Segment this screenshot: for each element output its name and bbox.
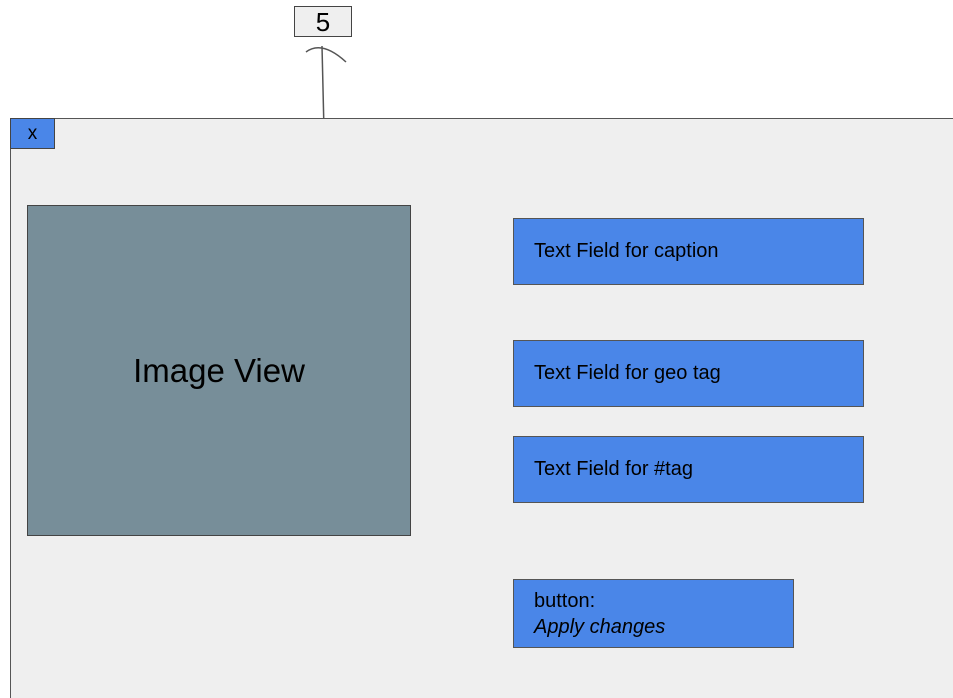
- apply-changes-button[interactable]: button: Apply changes: [513, 579, 794, 648]
- caption-field[interactable]: Text Field for caption: [513, 218, 864, 285]
- hashtag-field[interactable]: Text Field for #tag: [513, 436, 864, 503]
- image-view: Image View: [27, 205, 411, 536]
- close-label: x: [27, 122, 38, 144]
- callout-number: 5: [315, 6, 331, 37]
- close-button[interactable]: x: [10, 118, 55, 149]
- hashtag-field-label: Text Field for #tag: [534, 458, 693, 480]
- geo-tag-field-label: Text Field for geo tag: [534, 362, 721, 384]
- image-view-label: Image View: [133, 351, 305, 389]
- apply-button-prefix: button:: [534, 590, 596, 612]
- apply-button-label: Apply changes: [534, 616, 666, 638]
- callout-bracket: [305, 47, 347, 63]
- geo-tag-field[interactable]: Text Field for geo tag: [513, 340, 864, 407]
- callout-number-box: 5: [294, 6, 352, 37]
- caption-field-label: Text Field for caption: [534, 240, 719, 262]
